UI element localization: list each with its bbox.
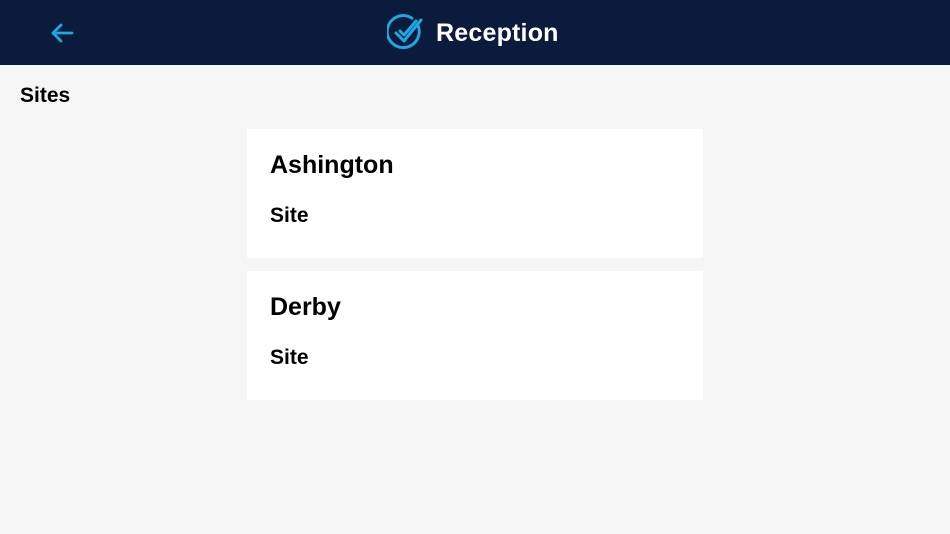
app-header: Reception <box>0 0 950 65</box>
site-name: Ashington <box>270 151 394 179</box>
site-card-derby[interactable]: Derby Site <box>247 271 703 400</box>
page-title: Sites <box>20 84 71 107</box>
site-type-label: Site <box>270 204 309 227</box>
site-list: Ashington Site Derby Site <box>247 129 703 413</box>
check-circle-icon <box>387 14 423 50</box>
site-type-label: Site <box>270 346 309 369</box>
app-title: Reception <box>436 18 559 47</box>
site-name: Derby <box>270 293 341 321</box>
app-brand: Reception <box>387 14 559 52</box>
site-card-ashington[interactable]: Ashington Site <box>247 129 703 258</box>
arrow-left-icon <box>51 23 74 43</box>
back-button[interactable] <box>46 17 78 49</box>
